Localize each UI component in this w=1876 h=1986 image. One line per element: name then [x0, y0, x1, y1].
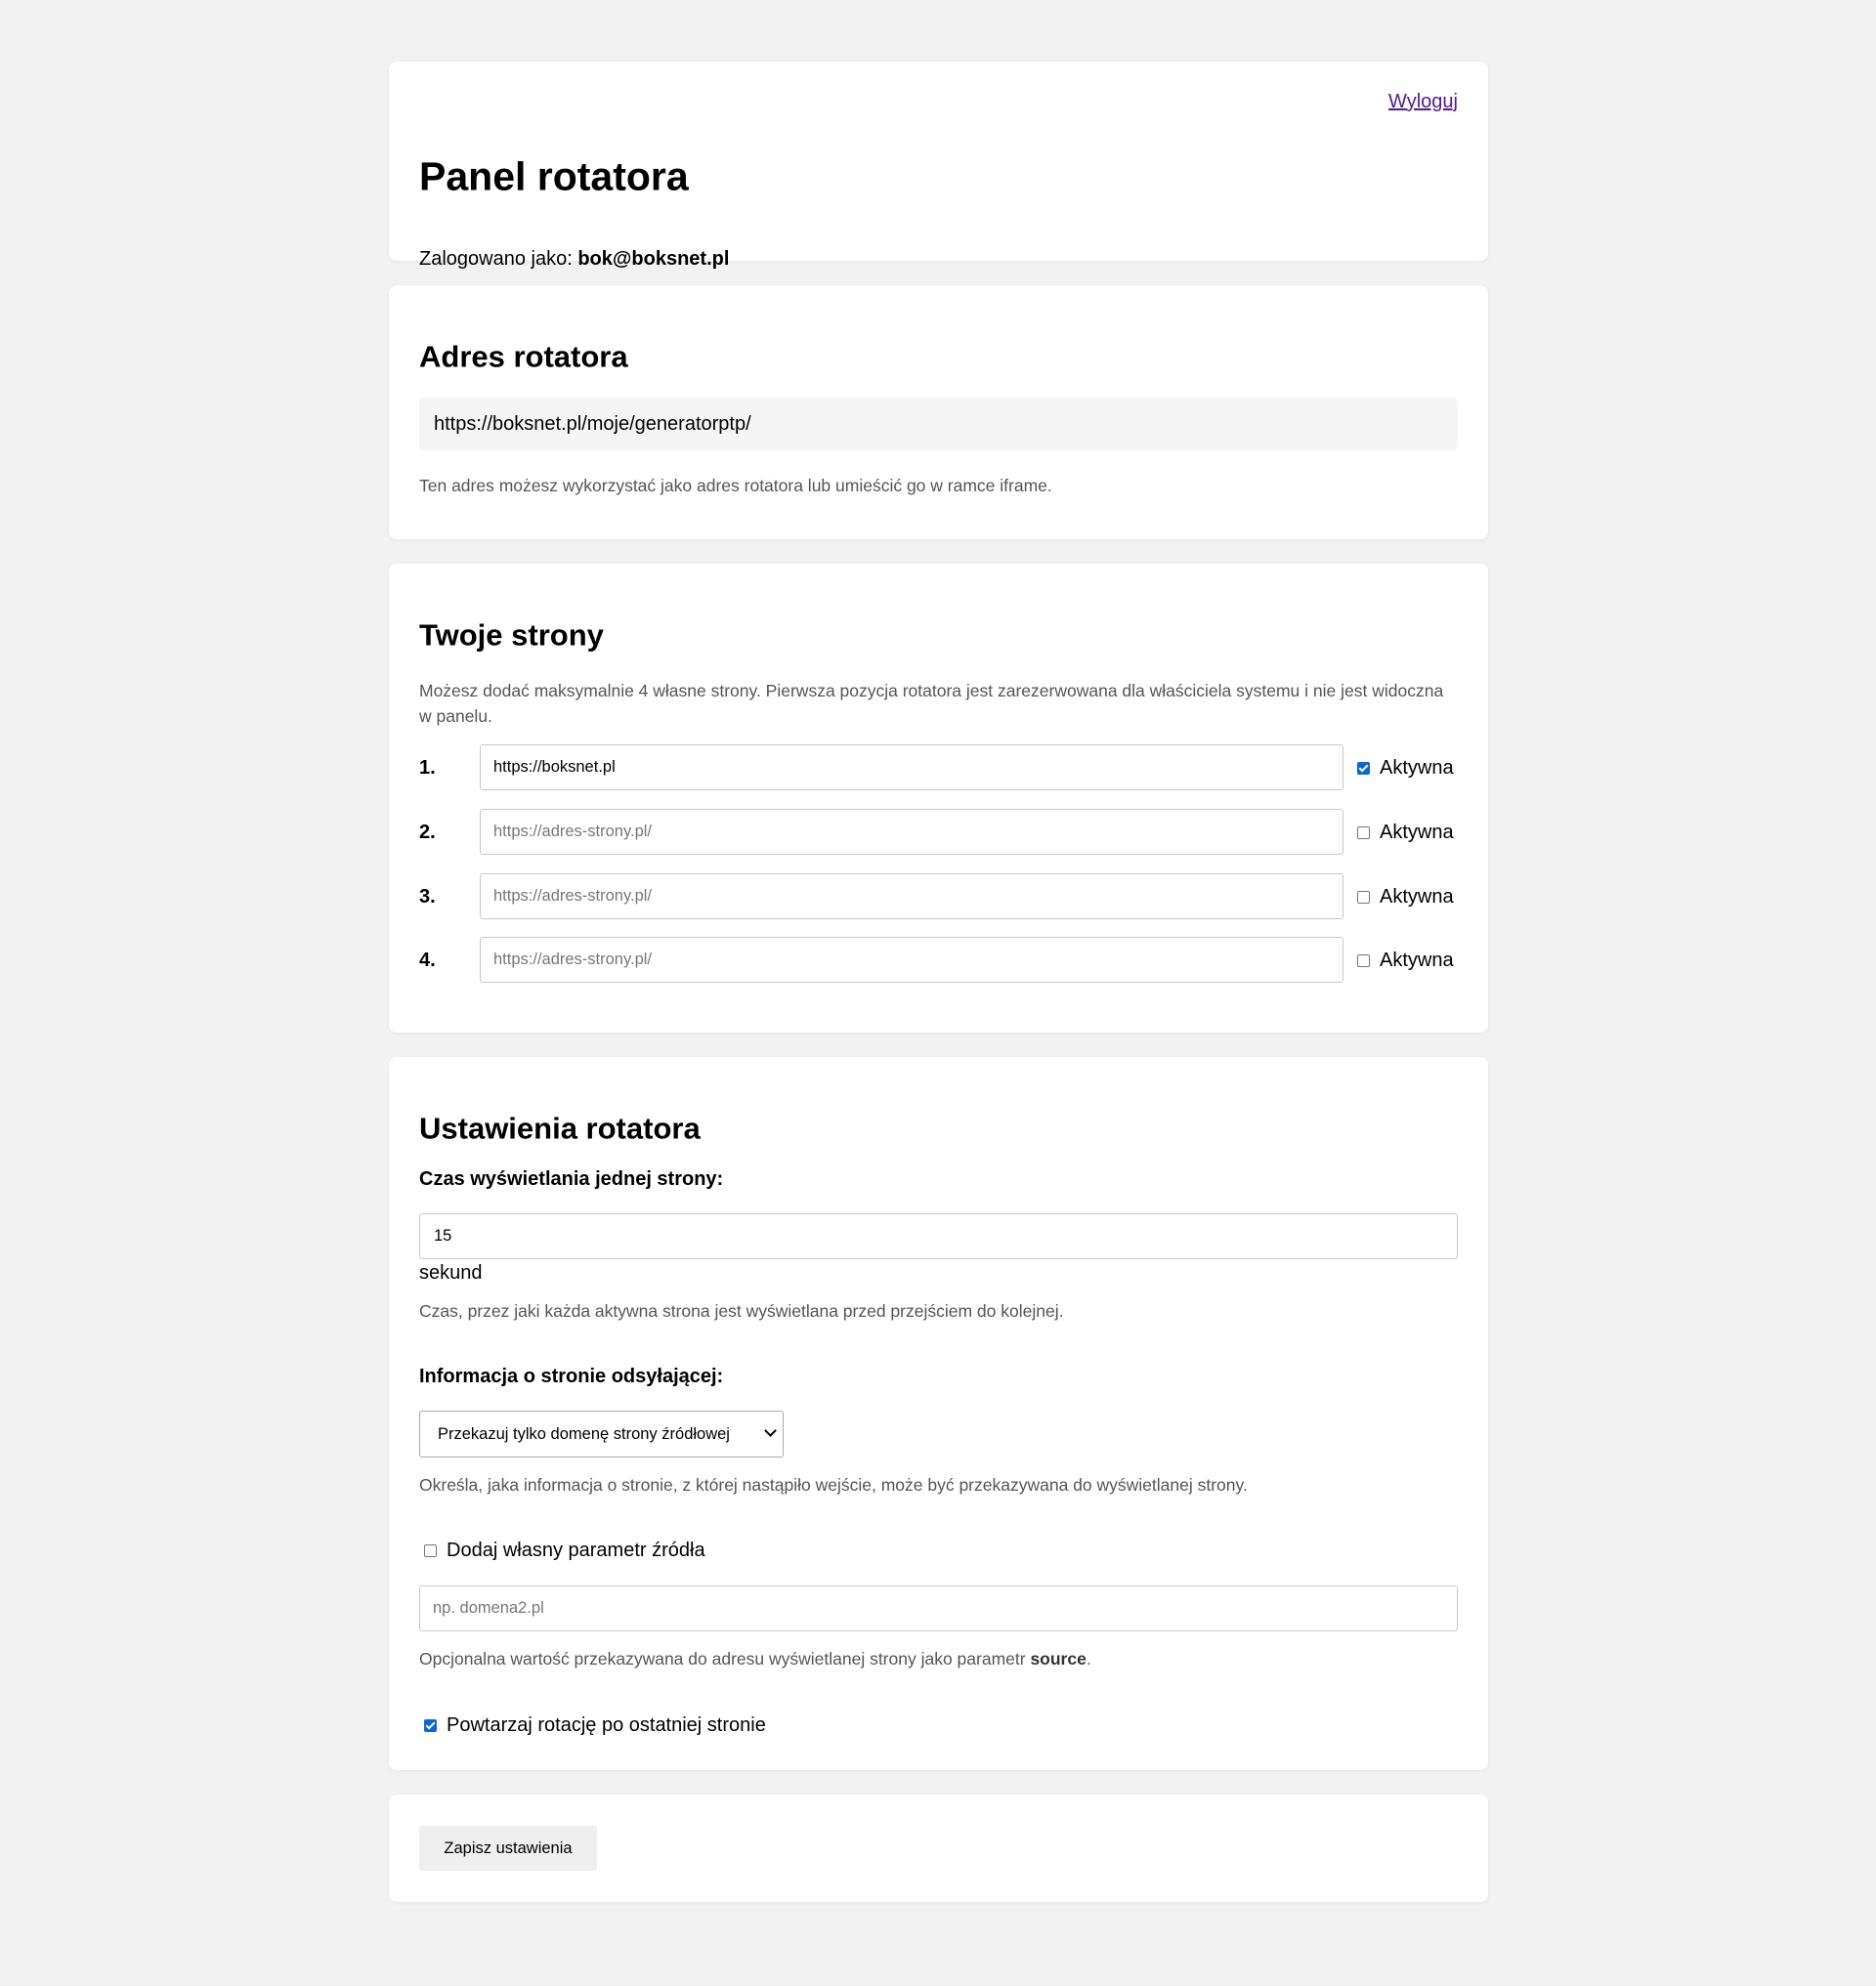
referrer-label: Informacja o stronie odsyłającej: [419, 1366, 724, 1387]
address-help: Ten adres możesz wykorzystać jako adres … [419, 476, 1052, 495]
site-row-2: 2. Aktywna [419, 809, 1458, 856]
settings-title: Ustawienia rotatora [419, 1111, 701, 1146]
logged-in-prefix: Zalogowano jako: [419, 248, 578, 270]
site-active-checkbox-3[interactable] [1357, 890, 1370, 904]
logged-in-info: Zalogowano jako: bok@boksnet.pl [419, 249, 729, 269]
repeat-rotation-toggle[interactable]: Powtarzaj rotację po ostatniej stronie [424, 1711, 766, 1739]
site-number: 2. [419, 822, 436, 843]
chevron-down-icon [764, 1424, 777, 1437]
logout-link[interactable]: Wyloguj [1388, 91, 1458, 113]
referrer-help: Określa, jaka informacja o stronie, z kt… [419, 1475, 1248, 1495]
site-active-toggle-1[interactable]: Aktywna [1357, 744, 1454, 791]
display-time-input[interactable]: 15 [419, 1213, 1458, 1259]
referrer-select[interactable]: Przekazuj tylko domenę strony źródłowej [419, 1411, 784, 1458]
address-card: Adres rotatora https://boksnet.pl/moje/g… [389, 285, 1488, 539]
active-label: Aktywna [1380, 821, 1454, 843]
site-active-toggle-2[interactable]: Aktywna [1357, 809, 1454, 856]
header-card: Wyloguj Panel rotatora Zalogowano jako: … [389, 62, 1488, 269]
time-unit: sekund [419, 1262, 483, 1284]
site-number: 4. [419, 950, 436, 971]
site-row-4: 4. Aktywna [419, 937, 1458, 984]
save-settings-button[interactable]: Zapisz ustawienia [419, 1826, 597, 1871]
site-row-3: 3. Aktywna [419, 873, 1458, 920]
sites-card: Twoje strony Możesz dodać maksymalnie 4 … [389, 564, 1488, 1033]
sites-help: Możesz dodać maksymalnie 4 własne strony… [419, 681, 1444, 726]
site-active-checkbox-4[interactable] [1357, 953, 1370, 967]
site-url-input-4[interactable] [480, 937, 1343, 983]
source-param-help: Opcjonalna wartość przekazywana do adres… [419, 1646, 1091, 1671]
site-active-checkbox-1[interactable] [1357, 761, 1370, 775]
site-number: 1. [419, 757, 436, 779]
display-time-help: Czas, przez jaki każda aktywna strona je… [419, 1301, 1064, 1321]
referrer-selected-value: Przekazuj tylko domenę strony źródłowej [438, 1425, 730, 1443]
source-param-toggle[interactable]: Dodaj własny parametr źródła [424, 1537, 705, 1564]
rotator-url[interactable]: https://boksnet.pl/moje/generatorptp/ [419, 398, 1458, 450]
settings-card: Ustawienia rotatora Czas wyświetlania je… [389, 1057, 1488, 1770]
source-param-input[interactable] [419, 1585, 1458, 1631]
repeat-rotation-label: Powtarzaj rotację po ostatniej stronie [447, 1713, 766, 1736]
save-card: Zapisz ustawienia [389, 1795, 1488, 1902]
page-title: Panel rotatora [419, 153, 689, 199]
display-time-label: Czas wyświetlania jednej strony: [419, 1168, 724, 1190]
page-container: Wyloguj Panel rotatora Zalogowano jako: … [389, 0, 1488, 1902]
site-number: 3. [419, 886, 436, 908]
source-help-param: source [1030, 1649, 1087, 1669]
site-active-toggle-3[interactable]: Aktywna [1357, 873, 1454, 920]
site-url-input-3[interactable] [480, 873, 1343, 919]
site-active-checkbox-2[interactable] [1357, 825, 1370, 839]
active-label: Aktywna [1380, 949, 1454, 971]
active-label: Aktywna [1380, 756, 1454, 779]
source-help-suffix: . [1086, 1649, 1091, 1669]
sites-title: Twoje strony [419, 617, 604, 653]
repeat-rotation-checkbox[interactable] [424, 1718, 437, 1732]
user-email: bok@boksnet.pl [577, 248, 730, 270]
active-label: Aktywna [1380, 885, 1454, 908]
source-param-checkbox[interactable] [424, 1543, 437, 1557]
site-url-input-2[interactable] [480, 809, 1343, 855]
source-help-prefix: Opcjonalna wartość przekazywana do adres… [419, 1649, 1031, 1669]
site-url-input-1[interactable] [480, 744, 1343, 790]
address-title: Adres rotatora [419, 339, 628, 374]
site-active-toggle-4[interactable]: Aktywna [1357, 937, 1454, 984]
source-param-label: Dodaj własny parametr źródła [447, 1539, 705, 1561]
site-row-1: 1. Aktywna [419, 744, 1458, 791]
